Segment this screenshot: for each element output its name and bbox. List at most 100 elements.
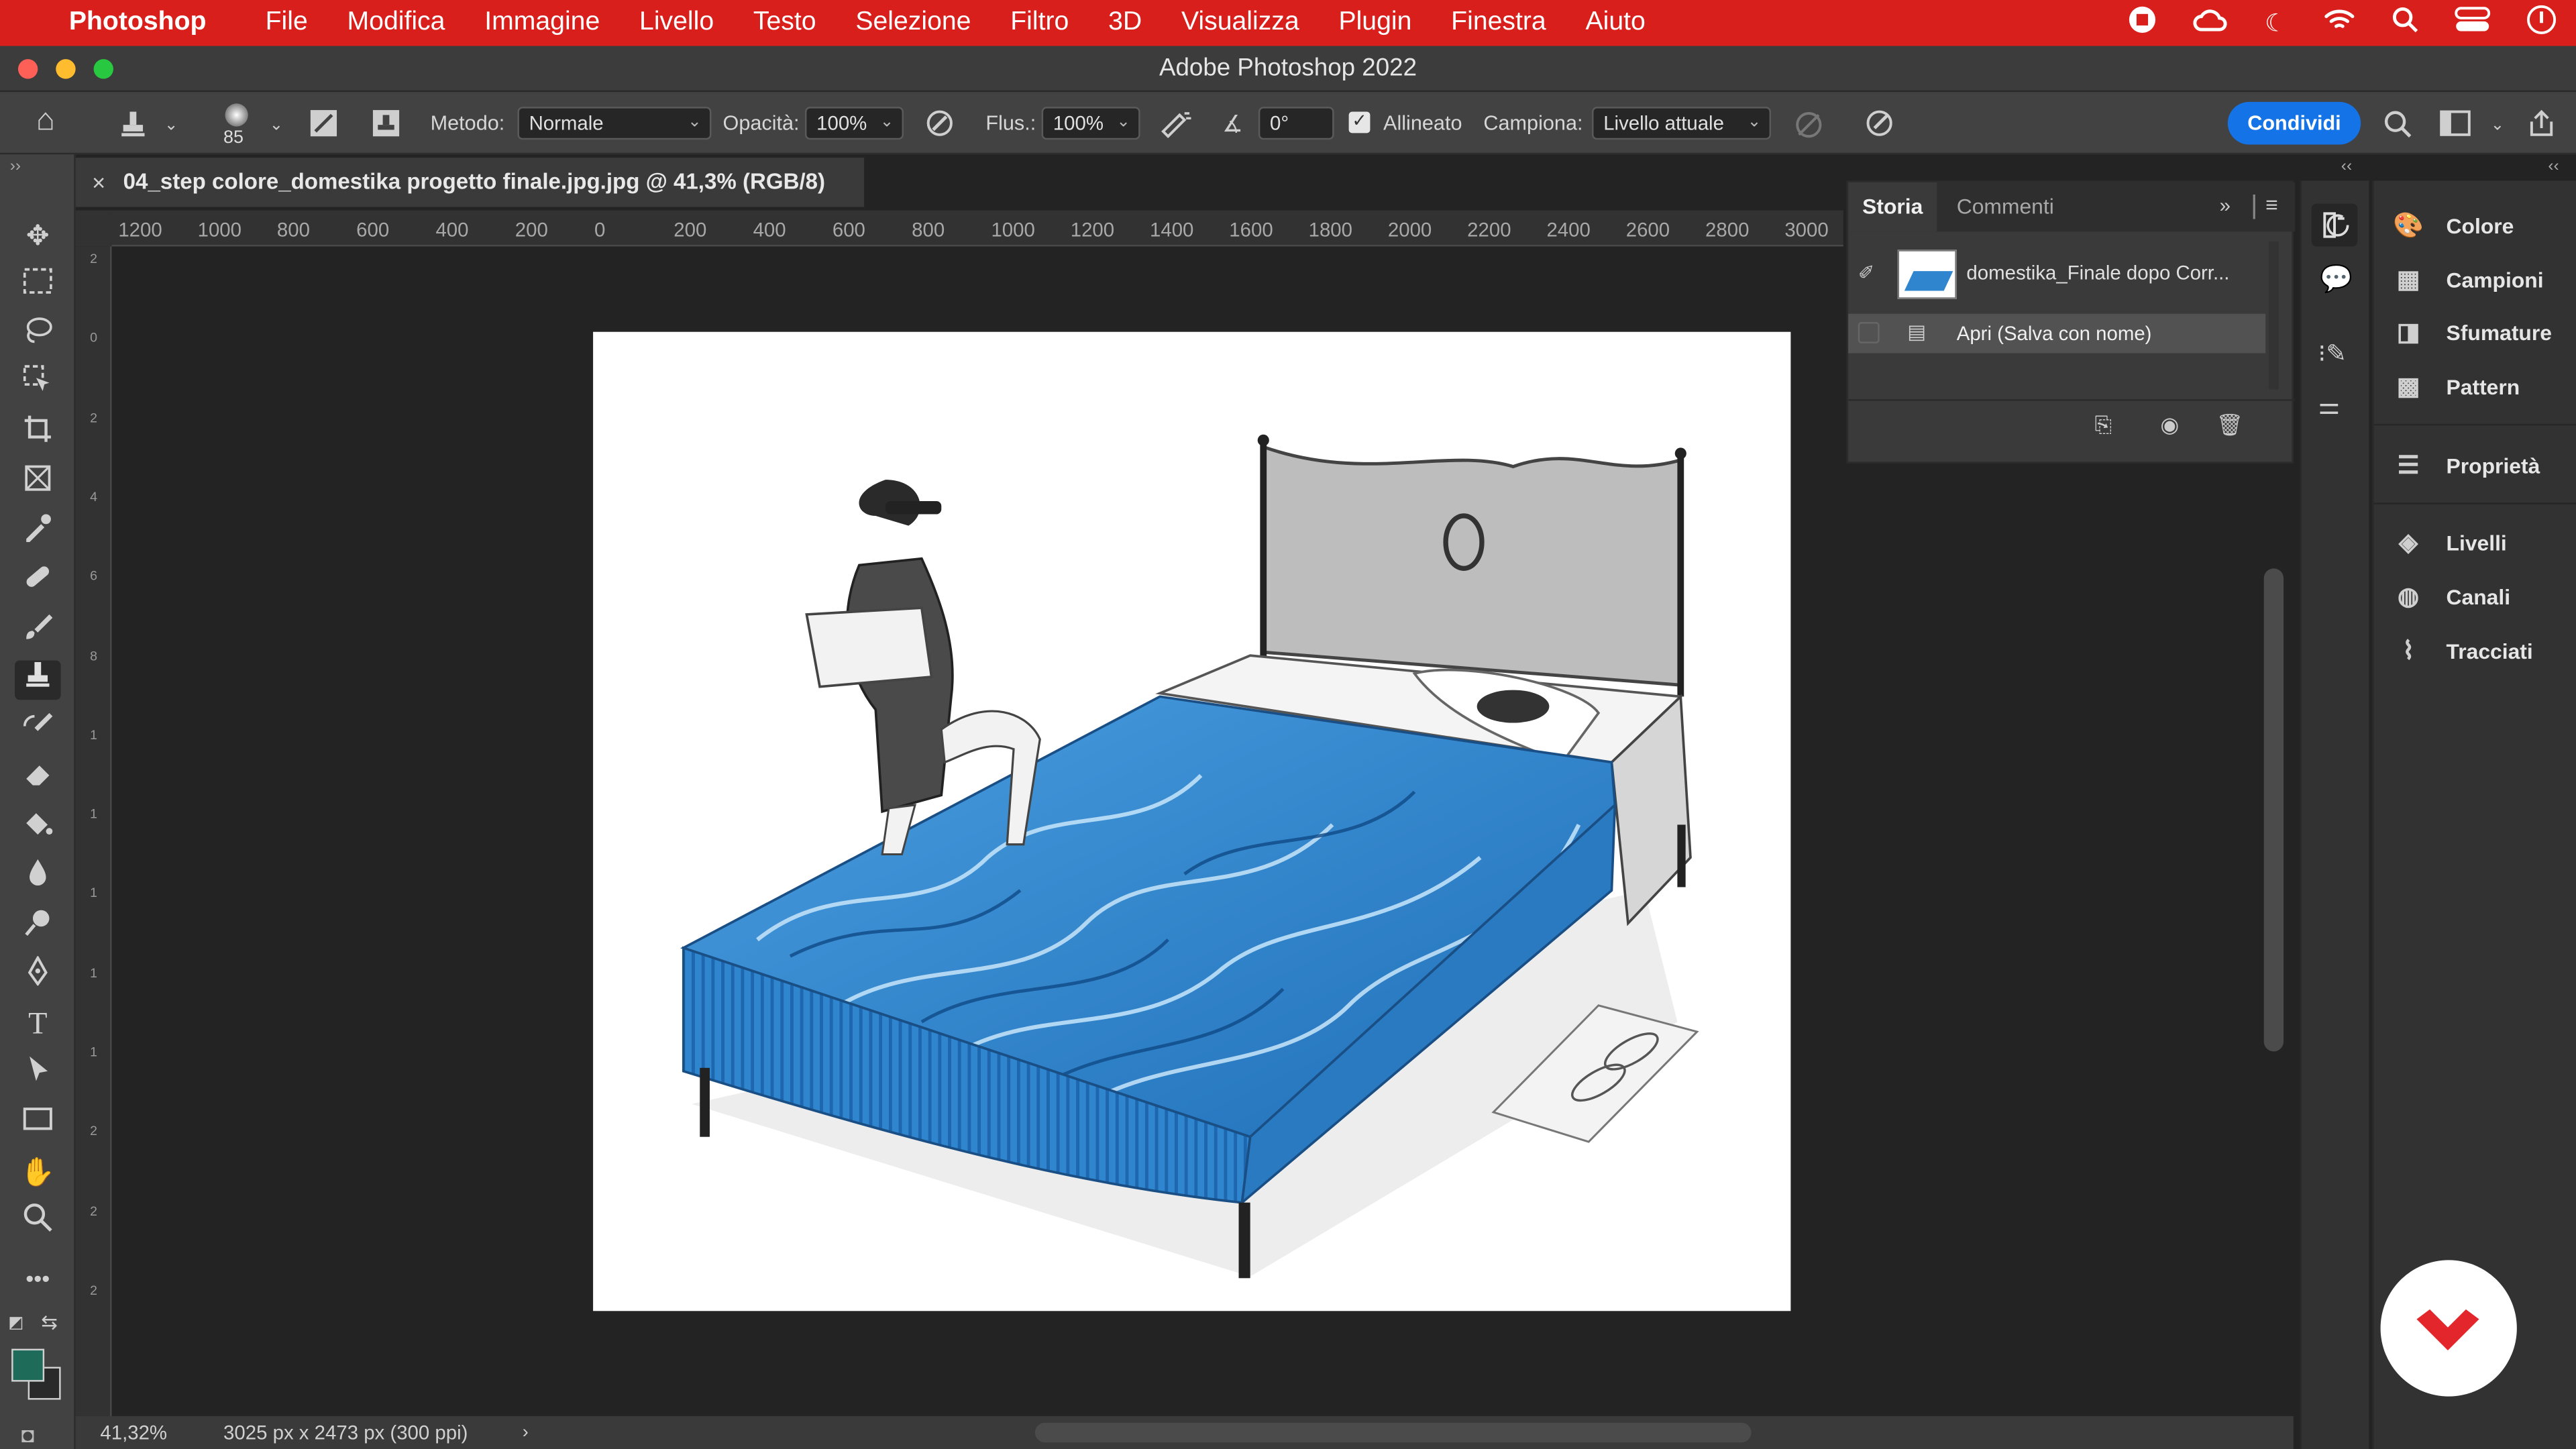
close-window-button[interactable] xyxy=(17,59,38,79)
brush-settings-icon[interactable] xyxy=(309,109,338,145)
creative-cloud-icon[interactable] xyxy=(2192,7,2229,40)
maximize-window-button[interactable] xyxy=(93,59,113,79)
history-brush-tool-icon[interactable] xyxy=(15,710,61,749)
document-tab[interactable]: × 04_step colore_domestika progetto fina… xyxy=(75,158,865,207)
tool-preset-chevron-icon[interactable]: ⌄ xyxy=(164,113,178,140)
opacity-field[interactable]: 100% ⌄ xyxy=(805,107,904,140)
eraser-tool-icon[interactable] xyxy=(15,759,61,798)
frame-tool-icon[interactable] xyxy=(15,464,61,503)
menu-plugin[interactable]: Plugin xyxy=(1338,8,1411,38)
export-share-icon[interactable] xyxy=(2527,109,2557,145)
panel-colore[interactable]: 🎨 Colore xyxy=(2390,207,2514,244)
panel-proprieta[interactable]: ☰ Proprietà xyxy=(2390,447,2540,483)
collapse-panel-icon[interactable]: » xyxy=(2220,194,2231,217)
history-panel-icon[interactable] xyxy=(2311,203,2358,247)
pressure-size-icon[interactable] xyxy=(1865,109,1894,145)
vertical-scrollbar[interactable] xyxy=(2263,568,2284,1052)
workspace-chevron-icon[interactable]: ⌄ xyxy=(2491,113,2505,140)
dodge-tool-icon[interactable] xyxy=(15,907,61,947)
method-select[interactable]: Normale ⌄ xyxy=(517,107,712,140)
menu-filtro[interactable]: Filtro xyxy=(1010,8,1069,38)
zoom-level[interactable]: 41,32% xyxy=(100,1416,167,1449)
airbrush-icon[interactable] xyxy=(1160,109,1193,145)
marquee-tool-icon[interactable] xyxy=(15,266,61,306)
workspace-icon[interactable] xyxy=(2440,110,2471,143)
sample-select[interactable]: Livello attuale ⌄ xyxy=(1592,107,1772,140)
adjustments-panel-icon[interactable]: ⚌ xyxy=(2318,391,2341,421)
menu-3d[interactable]: 3D xyxy=(1108,8,1142,38)
aligned-checkbox[interactable]: ✓ xyxy=(1348,111,1371,133)
status-menu-chevron-icon[interactable]: › xyxy=(523,1416,529,1449)
brush-settings-panel-icon[interactable]: ⁝✎ xyxy=(2318,338,2347,368)
panel-canali[interactable]: ◍ Canali xyxy=(2390,578,2510,614)
search-icon[interactable] xyxy=(2383,110,2412,144)
panel-sfumature[interactable]: ◨ Sfumature xyxy=(2390,314,2552,350)
more-tools-icon[interactable]: ••• xyxy=(15,1258,61,1298)
tab-commenti[interactable]: Commenti xyxy=(1957,182,2054,231)
camera-snapshot-icon[interactable]: ◉ xyxy=(2160,413,2179,439)
clone-source-icon[interactable] xyxy=(371,109,400,145)
trash-icon[interactable]: 🗑 xyxy=(2216,413,2243,439)
menu-immagine[interactable]: Immagine xyxy=(484,8,600,38)
clone-stamp-tool-icon[interactable] xyxy=(118,109,148,145)
flow-field[interactable]: 100% ⌄ xyxy=(1041,107,1140,140)
document-info[interactable]: 3025 px x 2473 px (300 ppi) xyxy=(223,1416,468,1449)
move-tool-icon[interactable]: ✥ xyxy=(15,217,61,256)
eyedropper-tool-icon[interactable] xyxy=(15,513,61,552)
menu-aiuto[interactable]: Aiuto xyxy=(1585,8,1645,38)
paint-bucket-tool-icon[interactable] xyxy=(15,808,61,848)
collapse-toolbar-icon[interactable]: ›› xyxy=(10,158,21,176)
clone-stamp-tool-icon[interactable] xyxy=(15,660,61,700)
share-button[interactable]: Condividi xyxy=(2227,101,2361,145)
quick-mask-icon[interactable]: ◘ xyxy=(21,1423,34,1448)
moon-icon[interactable]: ☾ xyxy=(2265,8,2287,38)
collapse-panels-icon[interactable]: ‹‹ xyxy=(2341,158,2352,176)
panel-pattern[interactable]: ▩ Pattern xyxy=(2390,368,2520,405)
panel-tracciati[interactable]: ⌇ Tracciati xyxy=(2390,633,2533,669)
history-scrollbar[interactable] xyxy=(2269,241,2279,390)
angle-field[interactable]: 0° xyxy=(1258,107,1334,140)
menu-testo[interactable]: Testo xyxy=(753,8,816,38)
siri-icon[interactable] xyxy=(2527,5,2557,41)
control-center-icon[interactable] xyxy=(2455,7,2491,40)
document-canvas[interactable] xyxy=(593,331,1791,1311)
ignore-adjustment-layers-icon[interactable] xyxy=(1794,110,1823,146)
history-brush-source-checkbox[interactable] xyxy=(1858,322,1880,343)
object-selection-tool-icon[interactable] xyxy=(15,365,61,405)
pressure-opacity-icon[interactable] xyxy=(925,109,955,145)
default-colors-icon[interactable]: ◩ xyxy=(8,1314,23,1332)
horizontal-scrollbar[interactable] xyxy=(1034,1422,1752,1443)
history-brush-source-icon[interactable]: ✐ xyxy=(1858,261,1875,284)
rectangle-tool-icon[interactable] xyxy=(15,1104,61,1144)
home-icon[interactable]: ⌂ xyxy=(36,105,55,137)
search-icon[interactable] xyxy=(2392,7,2418,40)
brush-tool-icon[interactable] xyxy=(15,611,61,651)
comments-panel-icon[interactable]: 💬 xyxy=(2320,263,2353,296)
history-snapshot-row[interactable]: ✐ domestika_Finale dopo Corr... xyxy=(1848,241,2265,307)
crop-tool-icon[interactable] xyxy=(15,414,61,453)
new-document-from-state-icon[interactable]: ⎘ xyxy=(2094,413,2111,439)
menu-livello[interactable]: Livello xyxy=(639,8,714,38)
minimize-window-button[interactable] xyxy=(56,59,76,79)
swap-colors-icon[interactable]: ⇆ xyxy=(41,1311,58,1334)
lasso-tool-icon[interactable] xyxy=(15,315,61,355)
blur-tool-icon[interactable] xyxy=(15,857,61,897)
tab-storia[interactable]: Storia xyxy=(1848,182,1937,232)
history-step-row[interactable]: ▤ Apri (Salva con nome) xyxy=(1848,313,2266,354)
healing-brush-tool-icon[interactable] xyxy=(15,562,61,602)
record-icon[interactable] xyxy=(2127,5,2156,41)
zoom-tool-icon[interactable] xyxy=(15,1203,61,1242)
panel-livelli[interactable]: ◈ Livelli xyxy=(2390,524,2507,560)
brush-picker-chevron-icon[interactable]: ⌄ xyxy=(270,113,284,140)
hand-tool-icon[interactable]: ✋ xyxy=(15,1153,61,1193)
menu-finestra[interactable]: Finestra xyxy=(1451,8,1546,38)
type-tool-icon[interactable]: T xyxy=(15,1006,61,1045)
path-selection-tool-icon[interactable] xyxy=(15,1055,61,1094)
wifi-icon[interactable] xyxy=(2323,7,2356,40)
foreground-color-swatch[interactable] xyxy=(11,1348,45,1382)
panel-menu-icon[interactable]: ≡ xyxy=(2265,193,2278,217)
menu-modifica[interactable]: Modifica xyxy=(347,8,445,38)
brush-tip-preview[interactable] xyxy=(225,103,248,127)
menu-app-name[interactable]: Photoshop xyxy=(69,8,207,38)
pen-tool-icon[interactable] xyxy=(15,955,61,996)
